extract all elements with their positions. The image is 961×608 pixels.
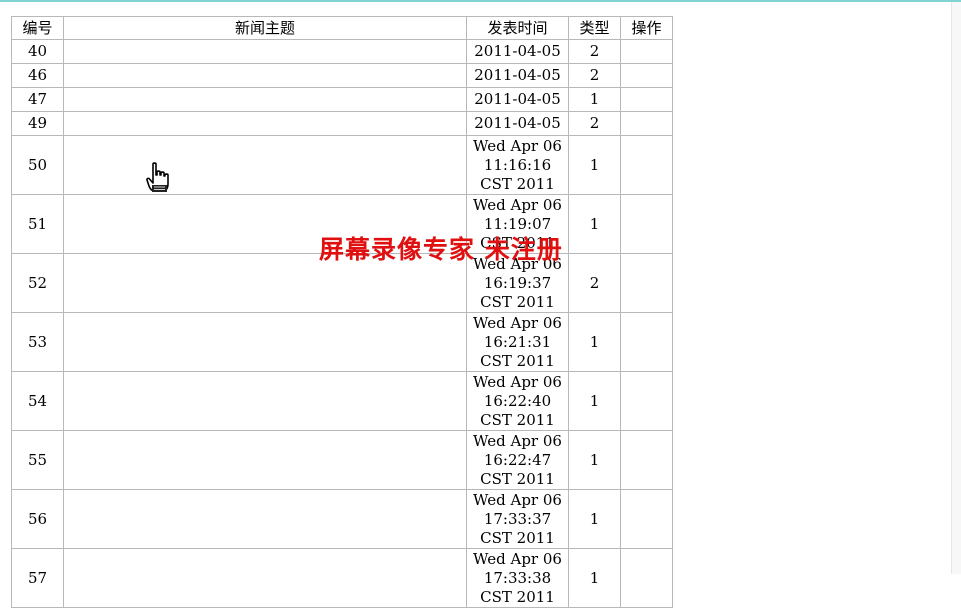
cell-type: 1: [568, 430, 621, 490]
cell-operation[interactable]: [620, 194, 673, 254]
cell-id: 50: [11, 135, 64, 195]
cell-subject[interactable]: [63, 489, 467, 549]
cell-id: 57: [11, 548, 64, 608]
cell-time: 2011-04-05: [466, 39, 569, 64]
cell-id: 49: [11, 111, 64, 136]
table-row: 49 2011-04-05 2: [11, 111, 673, 136]
cell-time: Wed Apr 06 16:22:40 CST 2011: [466, 371, 569, 431]
top-border: [0, 0, 961, 2]
cell-operation[interactable]: [620, 489, 673, 549]
cell-time: Wed Apr 06 16:22:47 CST 2011: [466, 430, 569, 490]
cell-subject[interactable]: [63, 371, 467, 431]
cell-id: 47: [11, 87, 64, 112]
table-row: 47 2011-04-05 1: [11, 87, 673, 112]
cell-operation[interactable]: [620, 87, 673, 112]
cell-subject[interactable]: [63, 430, 467, 490]
cell-operation[interactable]: [620, 430, 673, 490]
cell-time: Wed Apr 06 17:33:37 CST 2011: [466, 489, 569, 549]
cell-type: 1: [568, 489, 621, 549]
table-row: 46 2011-04-05 2: [11, 63, 673, 88]
cell-operation[interactable]: [620, 135, 673, 195]
column-header-subject: 新闻主题: [63, 16, 467, 40]
cell-subject[interactable]: [63, 63, 467, 88]
table-body: 40 2011-04-05 2 46 2011-04-05 2 47 2011-04-05 1 4…: [11, 39, 673, 608]
table-row: 50 Wed Apr 06 11:16:16 CST 2011 1: [11, 135, 673, 195]
column-header-time: 发表时间: [466, 16, 569, 40]
cell-id: 55: [11, 430, 64, 490]
cell-subject[interactable]: [63, 111, 467, 136]
cell-type: 2: [568, 111, 621, 136]
cell-subject[interactable]: [63, 39, 467, 64]
cell-id: 53: [11, 312, 64, 372]
cell-id: 52: [11, 253, 64, 313]
news-table: 编号 新闻主题 发表时间 类型 操作 40 2011-04-05 2 46 2011-0…: [11, 16, 673, 608]
cell-type: 1: [568, 371, 621, 431]
cell-type: 2: [568, 63, 621, 88]
table-row: 55 Wed Apr 06 16:22:47 CST 2011 1: [11, 430, 673, 490]
column-header-id: 编号: [11, 16, 64, 40]
column-header-type: 类型: [568, 16, 621, 40]
table-row: 56 Wed Apr 06 17:33:37 CST 2011 1: [11, 489, 673, 549]
table-row: 40 2011-04-05 2: [11, 39, 673, 64]
hand-pointer-icon: [146, 162, 169, 192]
cell-operation[interactable]: [620, 548, 673, 608]
table-row: 54 Wed Apr 06 16:22:40 CST 2011 1: [11, 371, 673, 431]
cell-type: 1: [568, 312, 621, 372]
column-header-operation: 操作: [620, 16, 673, 40]
cell-subject[interactable]: [63, 135, 467, 195]
cell-operation[interactable]: [620, 63, 673, 88]
cell-time: 2011-04-05: [466, 63, 569, 88]
cell-id: 56: [11, 489, 64, 549]
cell-time: Wed Apr 06 17:33:38 CST 2011: [466, 548, 569, 608]
cell-type: 2: [568, 39, 621, 64]
cell-operation[interactable]: [620, 371, 673, 431]
cell-time: 2011-04-05: [466, 87, 569, 112]
cell-type: 1: [568, 548, 621, 608]
table-row: 57 Wed Apr 06 17:33:38 CST 2011 1: [11, 548, 673, 608]
cell-id: 40: [11, 39, 64, 64]
cell-operation[interactable]: [620, 111, 673, 136]
cell-subject[interactable]: [63, 548, 467, 608]
cell-subject[interactable]: [63, 87, 467, 112]
cell-id: 51: [11, 194, 64, 254]
cell-type: 2: [568, 253, 621, 313]
cell-type: 1: [568, 135, 621, 195]
table-header-row: 编号 新闻主题 发表时间 类型 操作: [11, 16, 673, 40]
cell-time: 2011-04-05: [466, 111, 569, 136]
cell-subject[interactable]: [63, 312, 467, 372]
cell-time: Wed Apr 06 11:16:16 CST 2011: [466, 135, 569, 195]
cell-operation[interactable]: [620, 39, 673, 64]
cell-operation[interactable]: [620, 312, 673, 372]
vertical-scrollbar[interactable]: [951, 2, 961, 574]
cell-id: 46: [11, 63, 64, 88]
recorder-watermark: 屏幕录像专家 未注册: [319, 235, 563, 264]
cell-time: Wed Apr 06 16:21:31 CST 2011: [466, 312, 569, 372]
cell-type: 1: [568, 194, 621, 254]
cell-operation[interactable]: [620, 253, 673, 313]
cell-type: 1: [568, 87, 621, 112]
table-row: 53 Wed Apr 06 16:21:31 CST 2011 1: [11, 312, 673, 372]
cell-id: 54: [11, 371, 64, 431]
